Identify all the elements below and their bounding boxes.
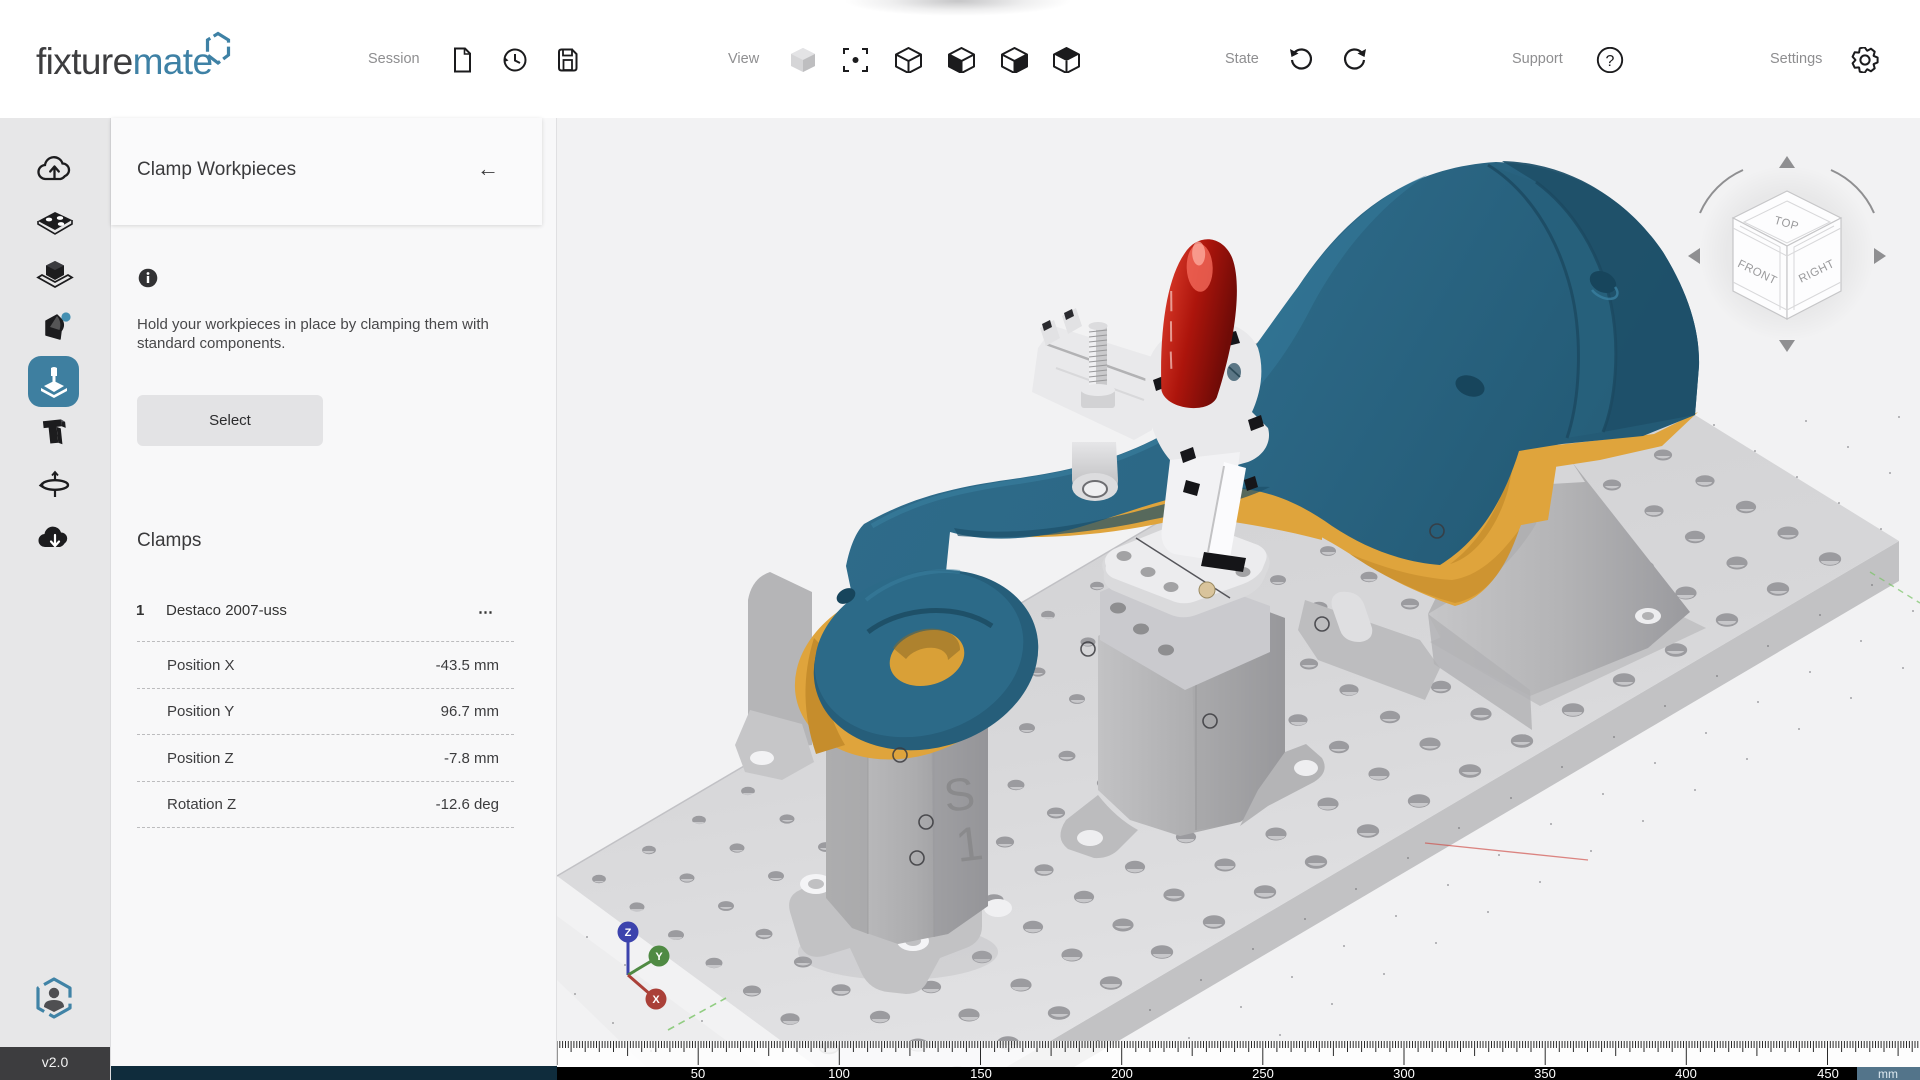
svg-text:400: 400 [1675, 1066, 1697, 1080]
svg-text:300: 300 [1393, 1066, 1415, 1080]
svg-text:100: 100 [828, 1066, 850, 1080]
svg-text:S: S [941, 767, 978, 822]
svg-text:350: 350 [1534, 1066, 1556, 1080]
svg-text:250: 250 [1252, 1066, 1274, 1080]
svg-text:200: 200 [1111, 1066, 1133, 1080]
svg-text:Z: Z [625, 927, 632, 939]
svg-text:X: X [652, 994, 660, 1006]
svg-text:?: ? [1606, 53, 1615, 70]
svg-text:Y: Y [655, 951, 663, 963]
svg-text:150: 150 [970, 1066, 992, 1080]
svg-text:450: 450 [1817, 1066, 1839, 1080]
svg-text:50: 50 [691, 1066, 705, 1080]
svg-text:mm: mm [1878, 1067, 1898, 1080]
